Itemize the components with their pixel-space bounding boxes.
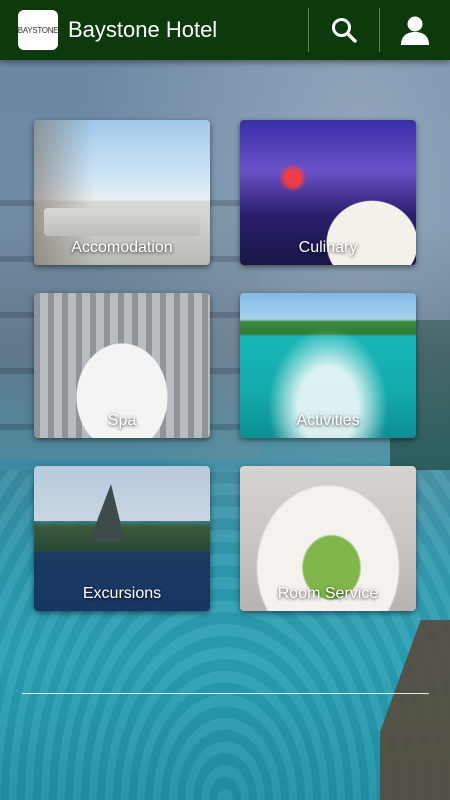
background-deck xyxy=(380,620,450,800)
tile-label: Accomodation xyxy=(71,239,173,256)
top-actions xyxy=(308,0,450,60)
search-icon xyxy=(332,18,357,43)
search-button[interactable] xyxy=(309,0,379,60)
app-title: Baystone Hotel xyxy=(68,17,218,42)
footer-divider xyxy=(22,693,429,694)
tile-room-service[interactable]: Room Service xyxy=(240,466,416,611)
app-logo[interactable]: BAYSTONE xyxy=(17,10,59,50)
app-logo-text: BAYSTONE xyxy=(17,25,59,35)
tile-accomodation[interactable]: Accomodation xyxy=(34,120,210,265)
tile-excursions[interactable]: Excursions xyxy=(34,466,210,611)
profile-button[interactable] xyxy=(380,0,450,60)
tile-spa[interactable]: Spa xyxy=(34,293,210,438)
user-icon xyxy=(401,16,429,45)
tile-label: Room Service xyxy=(277,585,379,602)
tile-label: Activities xyxy=(296,412,360,429)
tile-culinary[interactable]: Culinary xyxy=(240,120,416,265)
top-app-bar: BAYSTONE Baystone Hotel xyxy=(0,0,450,60)
tile-label: Culinary xyxy=(298,239,358,256)
tile-label: Excursions xyxy=(82,585,162,602)
category-grid: Accomodation Culinary Spa Activities Exc… xyxy=(34,120,416,611)
tile-label: Spa xyxy=(107,412,137,429)
tile-activities[interactable]: Activities xyxy=(240,293,416,438)
